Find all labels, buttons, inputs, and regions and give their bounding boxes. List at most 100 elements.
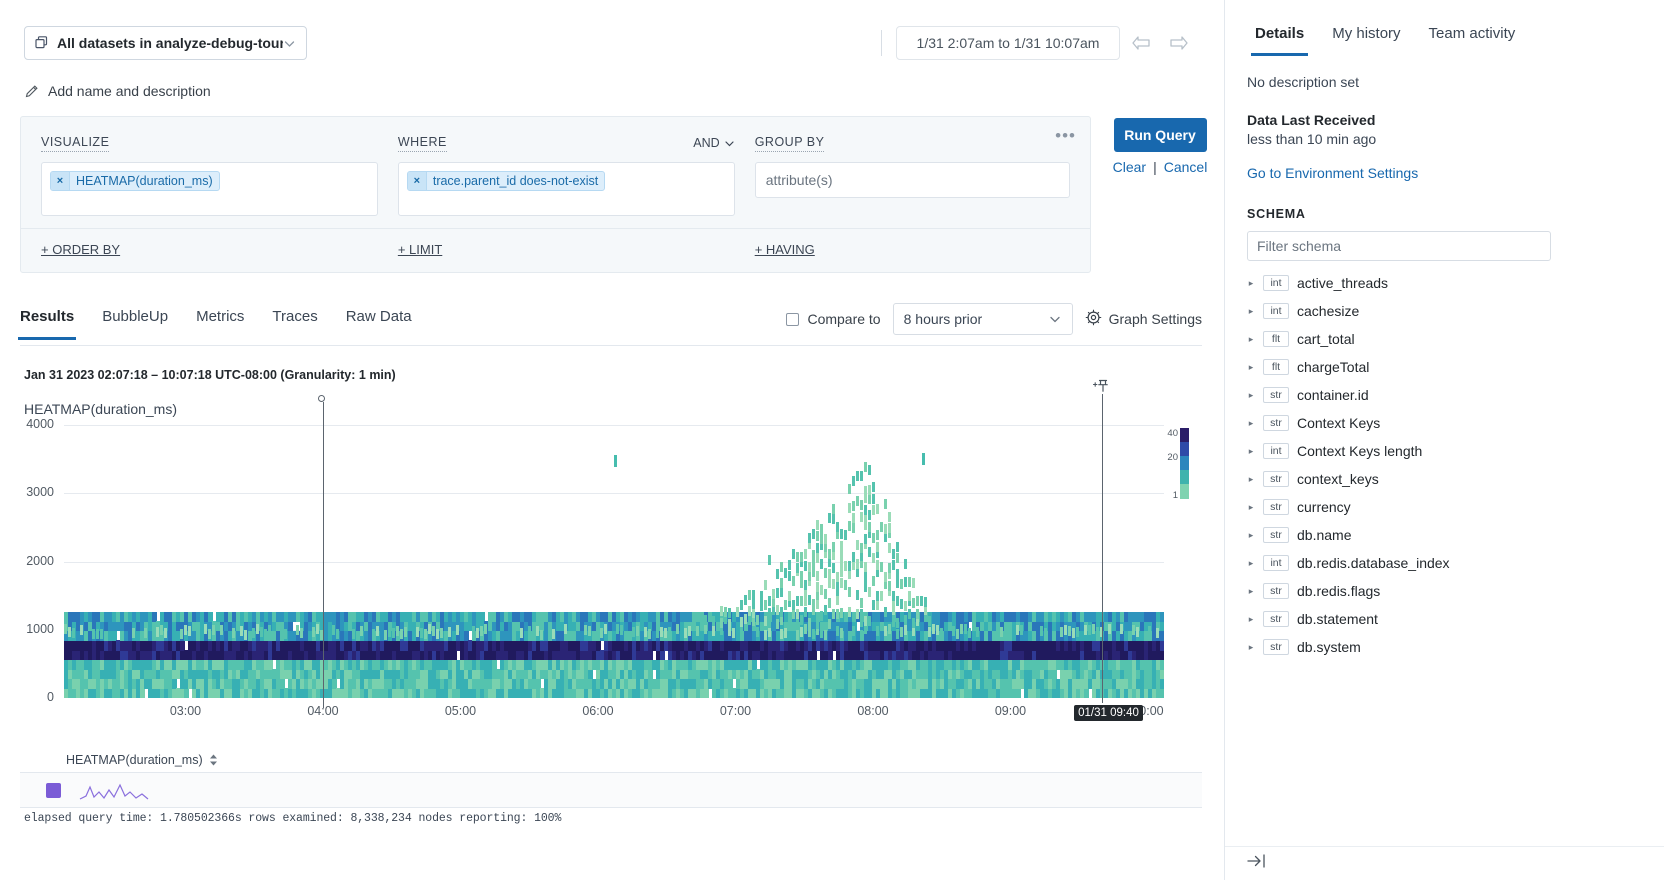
schema-item[interactable]: ▸ flt chargeTotal [1225, 353, 1664, 381]
schema-item[interactable]: ▸ str db.name [1225, 521, 1664, 549]
add-order-by-button[interactable]: + ORDER BY [41, 242, 120, 257]
tab-bubbleup[interactable]: BubbleUp [102, 300, 168, 339]
add-name-and-description-button[interactable]: Add name and description [24, 83, 211, 99]
sort-arrows-icon[interactable] [209, 754, 218, 766]
compare-period-select[interactable]: 8 hours prior [892, 303, 1073, 335]
tab-metrics[interactable]: Metrics [196, 300, 244, 339]
tab-raw-data[interactable]: Raw Data [346, 300, 412, 339]
details-sidebar: Details My history Team activity No desc… [1224, 0, 1664, 880]
collapse-panel-button[interactable] [1225, 846, 1664, 880]
schema-list: ▸ int active_threads ▸ int cachesize ▸ flt cart_… [1225, 269, 1664, 661]
schema-item-label: db.statement [1297, 611, 1378, 627]
schema-item[interactable]: ▸ str db.system [1225, 633, 1664, 661]
chevron-down-icon [283, 37, 296, 50]
sidebar-tab-details[interactable]: Details [1241, 25, 1318, 56]
schema-item-label: chargeTotal [1297, 359, 1370, 375]
compare-period-value: 8 hours prior [903, 311, 983, 327]
schema-item-label: cachesize [1297, 303, 1360, 319]
x-axis-tick: 07:00 [719, 704, 752, 718]
caret-right-icon[interactable]: ▸ [1247, 278, 1255, 289]
series-sparkline [79, 779, 149, 801]
caret-right-icon[interactable]: ▸ [1247, 614, 1255, 625]
schema-item[interactable]: ▸ str currency [1225, 493, 1664, 521]
run-query-button[interactable]: Run Query [1113, 118, 1207, 152]
caret-right-icon[interactable]: ▸ [1247, 418, 1255, 429]
visualize-pill[interactable]: × HEATMAP(duration_ms) [50, 171, 220, 191]
schema-item-label: db.name [1297, 527, 1352, 543]
schema-item[interactable]: ▸ str Context Keys [1225, 409, 1664, 437]
series-color-swatch [46, 782, 61, 798]
caret-right-icon[interactable]: ▸ [1247, 306, 1255, 317]
no-description-text: No description set [1247, 74, 1360, 90]
caret-right-icon[interactable]: ▸ [1247, 390, 1255, 401]
time-range-picker[interactable]: 1/31 2:07am to 1/31 10:07am [896, 26, 1120, 60]
series-legend-header[interactable]: HEATMAP(duration_ms) [66, 753, 218, 767]
sidebar-tab-my-history[interactable]: My history [1318, 25, 1414, 56]
datasets-icon [35, 36, 49, 50]
pinned-marker-handle[interactable] [318, 395, 326, 402]
schema-type-badge: str [1263, 415, 1289, 431]
caret-right-icon[interactable]: ▸ [1247, 558, 1255, 569]
schema-item-label: db.system [1297, 639, 1361, 655]
caret-right-icon[interactable]: ▸ [1247, 586, 1255, 597]
schema-item[interactable]: ▸ int active_threads [1225, 269, 1664, 297]
time-range-value: 1/31 2:07am to 1/31 10:07am [916, 35, 1100, 51]
group-by-placeholder: attribute(s) [765, 172, 833, 188]
caret-right-icon[interactable]: ▸ [1247, 474, 1255, 485]
chart-time-meta: Jan 31 2023 02:07:18 – 10:07:18 UTC-08:0… [24, 368, 396, 382]
pin-marker-icon[interactable] [1092, 378, 1112, 399]
cancel-query-button[interactable]: Cancel [1164, 159, 1208, 175]
schema-item[interactable]: ▸ int Context Keys length [1225, 437, 1664, 465]
group-by-input[interactable]: attribute(s) [754, 162, 1070, 198]
schema-filter-input[interactable] [1247, 231, 1551, 261]
arrow-left-icon[interactable] [1124, 26, 1158, 60]
schema-item[interactable]: ▸ str context_keys [1225, 465, 1664, 493]
schema-item[interactable]: ▸ int cachesize [1225, 297, 1664, 325]
x-axis-tick: 09:00 [994, 704, 1027, 718]
series-legend-row[interactable] [20, 772, 1202, 808]
hover-marker-line[interactable] [1102, 394, 1104, 703]
add-having-button[interactable]: + HAVING [755, 242, 815, 257]
tab-traces[interactable]: Traces [272, 300, 317, 339]
schema-item[interactable]: ▸ str container.id [1225, 381, 1664, 409]
schema-item-label: Context Keys length [1297, 443, 1423, 459]
caret-right-icon[interactable]: ▸ [1247, 502, 1255, 513]
caret-right-icon[interactable]: ▸ [1247, 642, 1255, 653]
tab-results[interactable]: Results [17, 300, 77, 340]
add-limit-button[interactable]: + LIMIT [398, 242, 442, 257]
run-query-area: Run Query Clear | Cancel [1110, 118, 1210, 175]
caret-right-icon[interactable]: ▸ [1247, 334, 1255, 345]
schema-item[interactable]: ▸ str db.redis.flags [1225, 577, 1664, 605]
go-to-environment-settings-link[interactable]: Go to Environment Settings [1225, 147, 1664, 181]
compare-to-checkbox[interactable]: Compare to [786, 311, 881, 327]
caret-right-icon[interactable]: ▸ [1247, 362, 1255, 373]
schema-item[interactable]: ▸ flt cart_total [1225, 325, 1664, 353]
graph-settings-button[interactable]: Graph Settings [1085, 309, 1202, 329]
schema-item[interactable]: ▸ int db.redis.database_index [1225, 549, 1664, 577]
colorbar-tick: 1 [1172, 490, 1178, 501]
checkbox-icon[interactable] [786, 312, 800, 326]
schema-type-badge: flt [1263, 359, 1289, 375]
query-builder-more-button[interactable]: ••• [1055, 127, 1076, 144]
clear-query-button[interactable]: Clear [1113, 159, 1146, 175]
data-last-received: Data Last Received less than 10 min ago [1225, 90, 1664, 147]
pinned-marker-line[interactable] [322, 402, 324, 708]
remove-icon[interactable]: × [407, 172, 427, 190]
where-pill[interactable]: × trace.parent_id does-not-exist [406, 171, 606, 191]
where-conjunction-selector[interactable]: AND [693, 136, 734, 150]
visualize-input[interactable]: × HEATMAP(duration_ms) [41, 162, 378, 216]
sidebar-tab-team-activity[interactable]: Team activity [1415, 25, 1530, 56]
caret-right-icon[interactable]: ▸ [1247, 530, 1255, 541]
caret-right-icon[interactable]: ▸ [1247, 446, 1255, 457]
where-input[interactable]: × trace.parent_id does-not-exist [397, 162, 735, 216]
collapse-panel-icon [1247, 853, 1267, 874]
dataset-selector[interactable]: All datasets in analyze-debug-tour [24, 26, 307, 60]
schema-type-badge: str [1263, 583, 1289, 599]
graph-settings-label: Graph Settings [1108, 311, 1202, 327]
schema-type-badge: int [1263, 555, 1289, 571]
schema-type-badge: str [1263, 527, 1289, 543]
x-axis-tick: 06:00 [582, 704, 614, 718]
arrow-right-icon[interactable] [1162, 26, 1196, 60]
remove-icon[interactable]: × [51, 172, 70, 190]
schema-item[interactable]: ▸ str db.statement [1225, 605, 1664, 633]
